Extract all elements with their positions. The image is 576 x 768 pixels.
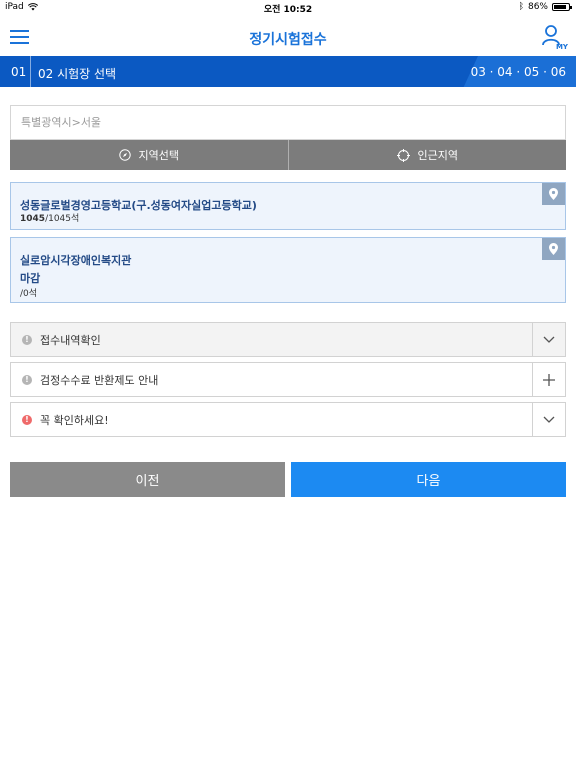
map-pin-button[interactable] (542, 183, 565, 205)
previous-button[interactable]: 이전 (10, 462, 285, 497)
region-select-label: 지역선택 (138, 149, 179, 162)
region-input[interactable] (10, 105, 566, 140)
app-header: 정기시험접수 MY (0, 16, 576, 56)
plus-icon[interactable] (532, 363, 565, 396)
chevron-down-icon[interactable] (532, 403, 565, 436)
remaining-steps: 03 · 04 · 05 · 06 (470, 65, 566, 79)
accordion-application-history[interactable]: ! 접수내역확인 (10, 322, 566, 357)
accordion-label: 검정수수료 반환제도 안내 (40, 373, 159, 387)
info-icon: ! (22, 374, 32, 385)
region-select-button[interactable]: 지역선택 (10, 140, 288, 170)
my-page-button[interactable]: MY (540, 24, 568, 52)
exam-site-item[interactable]: 성동글로벌경영고등학교(구.성동여자실업고등학교) 1045/1045석 (10, 182, 566, 230)
map-pin-button[interactable] (542, 238, 565, 260)
my-label: MY (555, 43, 568, 51)
battery-icon (552, 3, 572, 11)
chevron-down-icon[interactable] (532, 323, 565, 356)
crosshair-icon (396, 148, 410, 162)
status-bar: iPad 오전 10:52 ᛒ 86% (0, 0, 576, 16)
warning-icon: ! (22, 414, 32, 425)
exam-site-seats: /0석 (20, 289, 38, 299)
info-icon: ! (22, 334, 32, 345)
bluetooth-icon: ᛒ (518, 2, 524, 12)
accordion-label: 꼭 확인하세요! (40, 413, 109, 427)
map-pin-icon (549, 243, 558, 255)
accordion-must-check[interactable]: ! 꼭 확인하세요! (10, 402, 566, 437)
next-button[interactable]: 다음 (291, 462, 566, 497)
accordion-label: 접수내역확인 (40, 333, 101, 347)
step-indicator: 01 02 시험장 선택 03 · 04 · 05 · 06 (0, 56, 576, 87)
status-time: 오전 10:52 (263, 5, 313, 15)
battery-fill (554, 5, 567, 9)
battery-percent: 86% (527, 2, 548, 12)
exam-site-item[interactable]: 실로암시각장애인복지관 마감 /0석 (10, 237, 566, 303)
exam-site-status: 마감 (20, 272, 41, 285)
compass-icon (118, 149, 131, 161)
accordion-fee-refund[interactable]: ! 검정수수료 반환제도 안내 (10, 362, 566, 397)
exam-site-name: 실로암시각장애인복지관 (20, 254, 132, 267)
region-search: 지역선택 인근지역 (10, 105, 566, 170)
step-1: 01 (11, 65, 27, 79)
page-title: 정기시험접수 (249, 32, 327, 48)
map-pin-icon (549, 188, 558, 200)
nearby-region-button[interactable]: 인근지역 (287, 140, 566, 170)
step-2-current: 02 시험장 선택 (38, 67, 117, 81)
nearby-region-label: 인근지역 (417, 149, 458, 162)
exam-site-seats: 1045/1045석 (20, 214, 80, 224)
